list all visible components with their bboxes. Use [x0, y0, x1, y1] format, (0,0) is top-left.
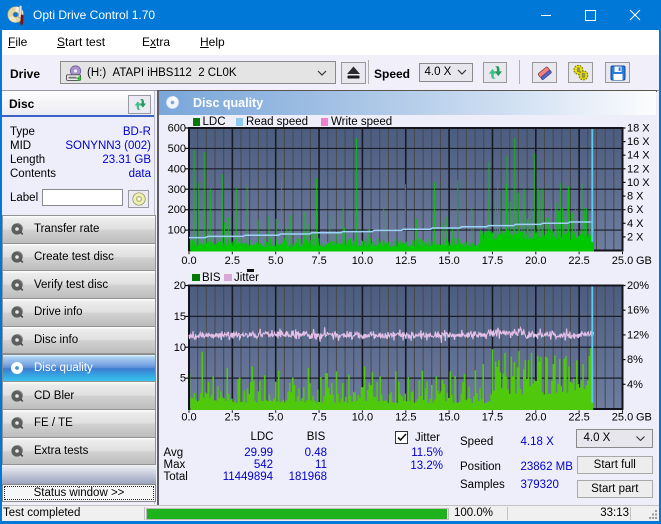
svg-text:600: 600: [168, 123, 186, 135]
svg-text:12.5: 12.5: [395, 412, 416, 424]
svg-text:2.5: 2.5: [225, 255, 240, 267]
svg-text:7.5: 7.5: [311, 412, 326, 424]
svg-text:20%: 20%: [627, 280, 649, 292]
svg-text:14 X: 14 X: [627, 150, 650, 162]
svg-text:12.5: 12.5: [395, 255, 416, 267]
svg-text:10 X: 10 X: [627, 177, 650, 189]
svg-text:12 X: 12 X: [627, 163, 650, 175]
svg-text:12%: 12%: [627, 329, 649, 341]
svg-text:GB: GB: [636, 412, 652, 424]
svg-text:400: 400: [168, 163, 186, 175]
svg-text:5.0: 5.0: [268, 255, 283, 267]
svg-text:500: 500: [168, 143, 186, 155]
svg-text:0.0: 0.0: [181, 255, 196, 267]
svg-text:25.0: 25.0: [612, 412, 633, 424]
svg-text:20.0: 20.0: [525, 255, 546, 267]
svg-text:8 X: 8 X: [627, 191, 644, 203]
svg-text:16 X: 16 X: [627, 136, 650, 148]
svg-text:20.0: 20.0: [525, 412, 546, 424]
svg-text:0.0: 0.0: [181, 412, 196, 424]
svg-text:15.0: 15.0: [438, 412, 459, 424]
svg-text:2.5: 2.5: [225, 412, 240, 424]
svg-text:18 X: 18 X: [627, 123, 650, 135]
svg-text:15.0: 15.0: [438, 255, 459, 267]
svg-text:25.0: 25.0: [612, 255, 633, 267]
svg-text:100: 100: [168, 225, 186, 237]
svg-text:6 X: 6 X: [627, 204, 644, 216]
svg-text:200: 200: [168, 204, 186, 216]
svg-text:22.5: 22.5: [568, 412, 589, 424]
svg-text:7.5: 7.5: [311, 255, 326, 267]
svg-text:5.0: 5.0: [268, 412, 283, 424]
svg-text:20: 20: [174, 280, 186, 292]
svg-text:8%: 8%: [627, 354, 643, 366]
svg-text:22.5: 22.5: [568, 255, 589, 267]
svg-text:4 X: 4 X: [627, 218, 644, 230]
svg-text:17.5: 17.5: [482, 255, 503, 267]
svg-text:17.5: 17.5: [482, 412, 503, 424]
svg-text:10.0: 10.0: [352, 412, 373, 424]
svg-text:2 X: 2 X: [627, 231, 644, 243]
svg-text:16%: 16%: [627, 305, 649, 317]
svg-text:10.0: 10.0: [352, 255, 373, 267]
svg-text:300: 300: [168, 184, 186, 196]
svg-text:5: 5: [180, 373, 186, 385]
svg-text:15: 15: [174, 311, 186, 323]
svg-text:10: 10: [174, 342, 186, 354]
svg-text:GB: GB: [636, 255, 652, 267]
svg-text:4%: 4%: [627, 379, 643, 391]
